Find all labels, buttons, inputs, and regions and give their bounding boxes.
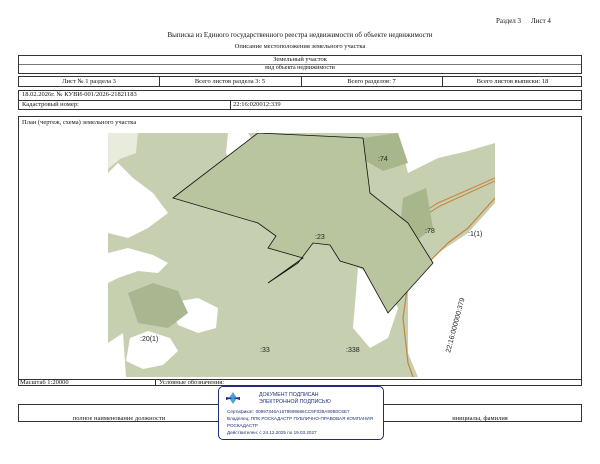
label-338: :338 xyxy=(346,347,360,354)
sheets-in-section: Всего листов раздела 3: 5 xyxy=(194,78,266,85)
label-1: :1(1) xyxy=(468,231,482,238)
stamp-line2: ЭЛЕКТРОННОЙ ПОДПИСЬЮ xyxy=(259,399,331,405)
stamp-owner2: РОСКАДАСТР xyxy=(227,423,258,428)
name-caption: инициалы, фамилия xyxy=(452,415,508,422)
cadastral-value: 22:16:020012:339 xyxy=(233,101,281,108)
stamp-valid: Действителен: с 24.12.2025 по 19.03.2027 xyxy=(227,430,317,435)
object-type-caption: вид объекта недвижимости xyxy=(265,65,335,71)
sheet-label: Лист 4 xyxy=(531,17,551,25)
label-23: :23 xyxy=(315,234,325,241)
object-block: Земельный участок вид объекта недвижимос… xyxy=(18,55,582,74)
stamp-owner: Владелец: ППК РОСКАДАСТР ПУБЛИЧНО-ПРАВОВ… xyxy=(227,416,374,421)
doc-info: 18.02.2026г. № КУВИ-001/2026-21821183 Ка… xyxy=(18,90,582,110)
label-74: :74 xyxy=(378,156,388,163)
label-78: :78 xyxy=(425,228,435,235)
doc-date-number: 18.02.2026г. № КУВИ-001/2026-21821183 xyxy=(22,91,137,98)
plan-map-drawing: :74 :23 :78 :1(1) :20(1) :33 :338 22:16:… xyxy=(108,133,495,377)
sheet-in-section: Лист № 1 раздела 3 xyxy=(62,78,116,85)
label-33: :33 xyxy=(260,347,270,354)
plan-map: :74 :23 :78 :1(1) :20(1) :33 :338 22:16:… xyxy=(108,133,495,377)
cadastral-label: Кадастровый номер: xyxy=(22,101,79,108)
stamp-line1: ДОКУМЕНТ ПОДПИСАН xyxy=(259,392,319,398)
scale-label: Масштаб 1:20000 xyxy=(20,379,69,386)
document-subtitle: Описание местоположения земельного участ… xyxy=(234,43,366,50)
section-label: Раздел 3 xyxy=(496,17,522,25)
stamp-cert: Сертификат: 00997346A1679599686CC5F039A9… xyxy=(227,409,350,414)
position-caption: полное наименование должности xyxy=(72,415,166,422)
object-type: Земельный участок xyxy=(273,56,327,63)
sheets-total: Всего листов выписки: 18 xyxy=(476,78,549,85)
document-title: Выписка из Единого государственного реес… xyxy=(167,31,433,39)
label-20: :20(1) xyxy=(140,336,158,343)
electronic-signature-stamp: ДОКУМЕНТ ПОДПИСАН ЭЛЕКТРОННОЙ ПОДПИСЬЮ С… xyxy=(218,386,384,440)
sheet-row: Лист № 1 раздела 3 Всего листов раздела … xyxy=(18,76,582,87)
sections-total: Всего разделов: 7 xyxy=(347,78,396,85)
legend-label: Условные обозначения: xyxy=(159,379,225,386)
plan-caption: План (чертеж, схема) земельного участка xyxy=(22,119,137,126)
roskadastr-logo-icon xyxy=(226,392,240,404)
